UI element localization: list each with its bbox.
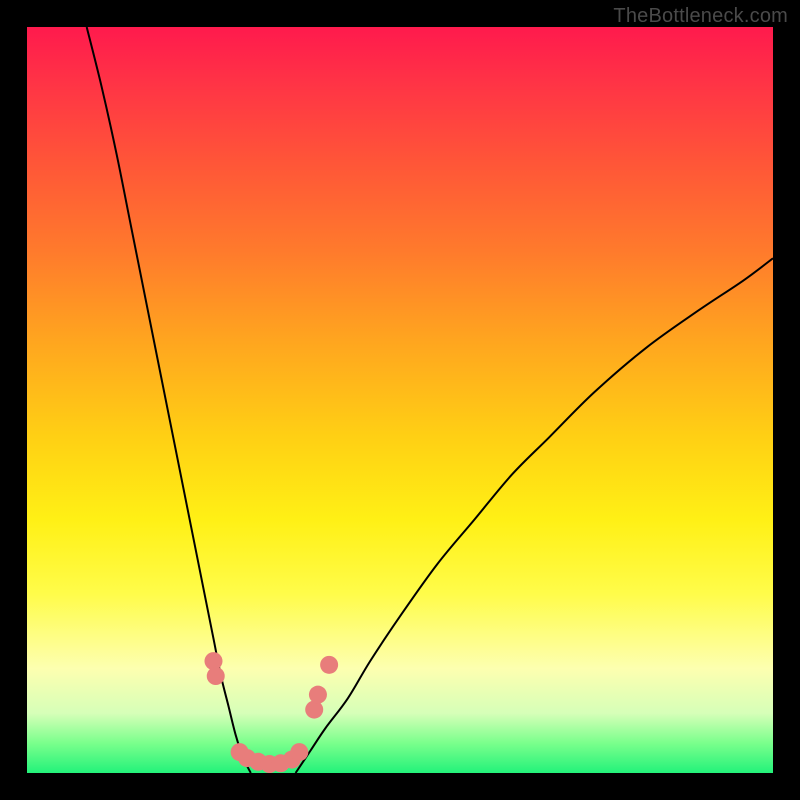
curve-layer [27, 27, 773, 773]
data-marker [320, 656, 338, 674]
watermark-text: TheBottleneck.com [613, 5, 788, 28]
curve-right [296, 258, 773, 773]
plot-area [27, 27, 773, 773]
chart-frame: TheBottleneck.com [0, 0, 800, 800]
marker-group [205, 652, 339, 773]
data-marker [290, 743, 308, 761]
data-marker [309, 686, 327, 704]
data-marker [207, 667, 225, 685]
curve-left [87, 27, 251, 773]
